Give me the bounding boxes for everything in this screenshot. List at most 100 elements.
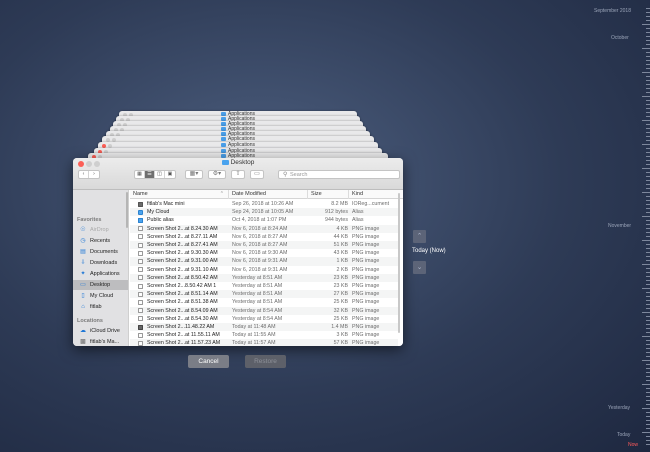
timeline-tick[interactable] <box>646 200 650 201</box>
timeline-tick[interactable] <box>646 416 650 417</box>
timeline-tick[interactable] <box>646 8 650 9</box>
timeline-tick[interactable] <box>646 332 650 333</box>
timeline-tick[interactable] <box>646 356 650 357</box>
table-row[interactable]: Screen Shot 2...11.48.22 AM Today at 11:4… <box>130 323 398 332</box>
search-field[interactable]: ⚲ <box>278 170 400 179</box>
sidebar-item-airdrop[interactable]: ☉ AirDrop <box>73 225 128 235</box>
timeline-tick[interactable] <box>642 120 650 121</box>
timeline-tick[interactable] <box>646 76 650 77</box>
finder-window[interactable]: Desktop ‹ › ▦ ☰ ◫ ▣ ▦▾ ⚙▾ ⇧ ▭ ⚲ Fa <box>73 158 403 346</box>
timeline-tick[interactable] <box>646 36 650 37</box>
timeline-tick[interactable] <box>646 140 650 141</box>
timeline-tick[interactable] <box>646 376 650 377</box>
timeline-tick[interactable] <box>646 364 650 365</box>
previous-backup-button[interactable]: ⌃ <box>413 230 426 243</box>
timeline-tick[interactable] <box>646 104 650 105</box>
chevron-right-icon[interactable]: › <box>89 171 99 178</box>
timeline-tick[interactable] <box>646 84 650 85</box>
timeline-tick[interactable] <box>646 272 650 273</box>
table-row[interactable]: Screen Shot 2...at 11.57.23 AM Today at 1… <box>130 339 398 346</box>
table-row[interactable]: fitlab's Mac mini Sep 26, 2018 at 10:26 A… <box>130 200 398 208</box>
timeline-tick[interactable] <box>646 292 650 293</box>
timeline-tick[interactable] <box>642 360 650 361</box>
timeline-tick[interactable] <box>642 96 650 97</box>
timeline-tick[interactable] <box>642 240 650 241</box>
column-view-icon[interactable]: ◫ <box>155 171 165 178</box>
timeline-tick[interactable] <box>646 340 650 341</box>
timeline-label[interactable]: November <box>608 223 631 229</box>
list-view-icon[interactable]: ☰ <box>145 171 155 178</box>
next-backup-button[interactable]: ⌄ <box>413 261 426 274</box>
sidebar-item-recents[interactable]: ◷ Recents <box>73 236 128 246</box>
sidebar-item-downloads[interactable]: ⇩ Downloads <box>73 258 128 268</box>
timeline-tick[interactable] <box>646 328 650 329</box>
timeline-tick[interactable] <box>646 204 650 205</box>
timeline-tick[interactable] <box>646 440 650 441</box>
file-list-scrollbar[interactable] <box>398 193 400 333</box>
timeline-tick[interactable] <box>642 408 650 409</box>
timeline-tick[interactable] <box>646 324 650 325</box>
timeline-tick[interactable] <box>642 216 650 217</box>
timeline-tick[interactable] <box>646 380 650 381</box>
timeline-tick[interactable] <box>646 236 650 237</box>
timeline-tick[interactable] <box>646 16 650 17</box>
timeline-tick[interactable] <box>646 100 650 101</box>
timeline-tick[interactable] <box>646 116 650 117</box>
column-size[interactable]: Size <box>307 190 348 199</box>
timeline-tick[interactable] <box>646 176 650 177</box>
timeline-tick[interactable] <box>646 244 650 245</box>
group-button[interactable]: ▦▾ <box>185 170 203 179</box>
timeline-tick[interactable] <box>646 444 650 445</box>
timeline-tick[interactable] <box>646 280 650 281</box>
timeline-tick[interactable] <box>646 276 650 277</box>
table-row[interactable]: Screen Shot 2...at 9.31.10 AM Nov 6, 2018… <box>130 266 398 274</box>
timeline-label[interactable]: Today <box>617 432 630 438</box>
timeline-tick[interactable] <box>646 268 650 269</box>
timeline-tick[interactable] <box>646 80 650 81</box>
table-row[interactable]: Screen Shot 2...at 8.24.30 AM Nov 6, 2018… <box>130 224 398 233</box>
table-row[interactable]: Screen Shot 2...at 8.27.41 AM Nov 6, 2018… <box>130 241 398 250</box>
table-row[interactable]: Screen Shot 2...at 8.51.38 AM Yesterday a… <box>130 298 398 306</box>
timeline-label[interactable]: September 2018 <box>594 8 631 14</box>
table-row[interactable]: Screen Shot 2...at 9.30.30 AM Nov 6, 2018… <box>130 249 398 257</box>
column-date-modified[interactable]: Date Modified <box>228 190 307 199</box>
timeline-tick[interactable] <box>646 296 650 297</box>
view-mode-control[interactable]: ▦ ☰ ◫ ▣ <box>134 170 176 179</box>
timeline-tick[interactable] <box>646 404 650 405</box>
timeline-tick[interactable] <box>646 44 650 45</box>
timeline-tick[interactable] <box>646 284 650 285</box>
timeline-tick[interactable] <box>646 308 650 309</box>
timeline-tick[interactable] <box>646 112 650 113</box>
gallery-view-icon[interactable]: ▣ <box>165 171 175 178</box>
table-row[interactable]: Screen Shot 2...at 11.55.11 AM Today at 1… <box>130 331 398 339</box>
timeline-tick[interactable] <box>646 32 650 33</box>
timeline-tick[interactable] <box>646 396 650 397</box>
timeline-tick[interactable] <box>646 212 650 213</box>
timeline-tick[interactable] <box>646 300 650 301</box>
timeline-tick[interactable] <box>646 136 650 137</box>
timeline-tick[interactable] <box>642 72 650 73</box>
timeline-tick[interactable] <box>646 304 650 305</box>
timeline-tick[interactable] <box>646 92 650 93</box>
icon-view-icon[interactable]: ▦ <box>135 171 145 178</box>
timeline-tick[interactable] <box>646 208 650 209</box>
timeline-tick[interactable] <box>646 188 650 189</box>
sidebar-item-applications[interactable]: ✦ Applications <box>73 269 128 279</box>
timeline-tick[interactable] <box>642 312 650 313</box>
timeline-tick[interactable] <box>646 400 650 401</box>
timeline-tick[interactable] <box>646 420 650 421</box>
timeline-tick[interactable] <box>646 20 650 21</box>
table-row[interactable]: My Cloud Sep 24, 2018 at 10:05 AM 912 byte… <box>130 208 398 217</box>
timeline-tick[interactable] <box>642 384 650 385</box>
timeline-tick[interactable] <box>646 172 650 173</box>
timeline-tick[interactable] <box>646 184 650 185</box>
timeline-tick[interactable] <box>646 12 650 13</box>
timeline-tick[interactable] <box>646 196 650 197</box>
table-row[interactable]: Screen Shot 2...at 8.54.09 AM Yesterday a… <box>130 306 398 315</box>
timeline-tick[interactable] <box>646 344 650 345</box>
timeline-tick[interactable] <box>646 124 650 125</box>
timeline-tick[interactable] <box>646 220 650 221</box>
sidebar-item-fitlab[interactable]: ⌂ fitlab <box>73 302 128 312</box>
table-row[interactable]: Screen Shot 2...at 9.31.00 AM Nov 6, 2018… <box>130 257 398 266</box>
timeline-tick[interactable] <box>642 144 650 145</box>
